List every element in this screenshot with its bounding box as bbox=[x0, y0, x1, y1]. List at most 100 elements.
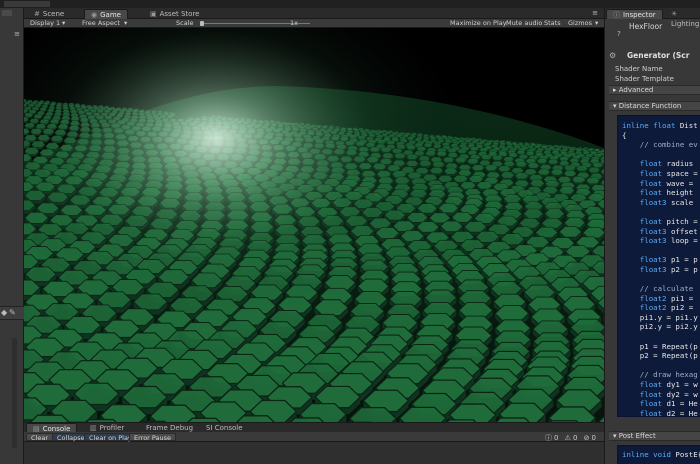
layout-dropdown[interactable] bbox=[4, 1, 50, 7]
scale-slider-handle[interactable] bbox=[200, 21, 204, 26]
gizmos-dropdown-arrow: ▾ bbox=[595, 19, 599, 27]
code-token: pi1.y = pi1.y bbox=[622, 312, 698, 322]
tool-icon[interactable]: ✎ bbox=[9, 308, 16, 317]
hierarchy-tab[interactable] bbox=[2, 10, 12, 16]
info-icon: ⓘ bbox=[544, 434, 554, 442]
tab-asset-store[interactable]: ▣ Asset Store bbox=[144, 9, 206, 19]
mute-audio-toggle[interactable]: Mute audio bbox=[506, 19, 542, 28]
console-log-area[interactable] bbox=[24, 442, 604, 464]
editor-top-strip bbox=[0, 0, 700, 8]
code-line: float dy1 = w bbox=[622, 380, 700, 390]
code-token: dy2 = w bbox=[666, 389, 698, 399]
code-token: dy1 = w bbox=[666, 380, 698, 390]
console-tab-bar: ▤ Console ▥ Profiler Frame Debug SI Consol… bbox=[24, 422, 604, 433]
post-effect-foldout[interactable]: ▾ Post Effect bbox=[609, 431, 700, 441]
code-token: inline float bbox=[622, 121, 680, 130]
code-token: float bbox=[622, 188, 667, 198]
code-line: float2 pi1 = bbox=[622, 294, 700, 304]
code-token: float2 bbox=[622, 303, 671, 313]
clear-button[interactable]: Clear bbox=[26, 433, 53, 442]
code-line: float2 pi2 = bbox=[622, 303, 700, 313]
code-line: inline void PostE bbox=[622, 450, 698, 459]
code-line: float3 p1 = p bbox=[622, 255, 700, 265]
aspect-dropdown[interactable]: Free Aspect bbox=[82, 19, 120, 28]
tab-game[interactable]: ◉ Game bbox=[84, 9, 128, 19]
object-name-field[interactable]: HexFloor bbox=[629, 22, 700, 31]
code-line: { bbox=[622, 131, 700, 141]
code-line: // draw hexag bbox=[622, 370, 700, 380]
folder-icon[interactable]: ◆ bbox=[1, 308, 7, 317]
code-token: height bbox=[666, 188, 694, 198]
code-token: float bbox=[622, 168, 667, 178]
code-line: float3 loop = bbox=[622, 236, 700, 246]
advanced-foldout[interactable]: ▸ Advanced bbox=[609, 85, 700, 95]
component-title: Generator (Scr bbox=[627, 51, 690, 60]
game-viewport[interactable] bbox=[24, 28, 604, 422]
post-effect-code-editor[interactable]: inline void PostE{ bbox=[617, 445, 700, 464]
tab-lighting[interactable]: ☀Lighting bbox=[665, 9, 700, 28]
code-token: float3 bbox=[622, 236, 671, 246]
aspect-dropdown-arrow: ▾ bbox=[124, 19, 128, 27]
tab-scene[interactable]: # Scene bbox=[28, 9, 70, 19]
panel-menu-icon[interactable]: ≡ bbox=[14, 30, 20, 38]
code-line: float3 p2 = p bbox=[622, 265, 700, 275]
code-token: { bbox=[622, 130, 627, 140]
code-token: float3 bbox=[622, 255, 671, 265]
project-panel-header: ◆ ✎ bbox=[0, 306, 24, 320]
code-line: float3 offset bbox=[622, 227, 700, 237]
distance-function-code-editor[interactable]: inline float Dist{ // combine ev float r… bbox=[617, 115, 700, 417]
generator-component-header[interactable]: ⚙ Generator (Scr bbox=[605, 50, 700, 62]
code-token: wave = bbox=[666, 178, 694, 188]
code-token: float bbox=[622, 178, 667, 188]
tab-menu-icon[interactable]: ≡ bbox=[592, 9, 598, 17]
code-line: float pitch = bbox=[622, 217, 700, 227]
lighting-icon: ☀ bbox=[671, 10, 678, 18]
scene-icon: # bbox=[34, 10, 40, 18]
code-line: pi1.y = pi1.y bbox=[622, 313, 700, 323]
code-token: // draw hexag bbox=[622, 370, 698, 380]
code-token: radius bbox=[666, 159, 694, 169]
code-token: offset bbox=[670, 226, 698, 236]
code-token: p1 = p bbox=[670, 255, 698, 265]
code-token: p2 = p bbox=[670, 264, 698, 274]
script-icon: ⚙ bbox=[609, 51, 617, 60]
game-toolbar: Display 1 ▾ Free Aspect ▾ Scale 1x Maxim… bbox=[24, 19, 604, 28]
console-toolbar: Clear Collapse Clear on Play Error Pause… bbox=[24, 432, 604, 442]
code-line: pi2.y = pi2.y bbox=[622, 322, 700, 332]
code-token: // combine ev bbox=[622, 140, 698, 150]
code-token: // calculate bbox=[622, 284, 694, 294]
code-line: float height bbox=[622, 188, 700, 198]
inspector-tab-bar: ⓘ Inspector ☀Lighting bbox=[605, 8, 700, 28]
help-icon[interactable]: ? bbox=[617, 30, 621, 38]
info-icon: ⓘ bbox=[613, 11, 620, 19]
display-dropdown[interactable]: Display 1 bbox=[30, 19, 60, 28]
code-line: float d1 = He bbox=[622, 399, 700, 409]
stats-toggle[interactable]: Stats bbox=[544, 19, 561, 28]
code-token: p2 = Repeat(p bbox=[622, 351, 698, 361]
error-pause-toggle[interactable]: Error Pause bbox=[129, 433, 177, 442]
shader-template-label: Shader Template bbox=[615, 75, 674, 83]
code-line: float d2 = He bbox=[622, 408, 700, 417]
distance-function-foldout[interactable]: ▾ Distance Function bbox=[609, 101, 700, 111]
code-line: float wave = bbox=[622, 179, 700, 189]
hierarchy-panel: ≡ ◆ ✎ bbox=[0, 8, 24, 464]
code-line: float space = bbox=[622, 169, 700, 179]
tab-inspector[interactable]: ⓘ Inspector bbox=[606, 9, 663, 19]
project-scrollbar[interactable] bbox=[12, 338, 17, 448]
code-token: float3 bbox=[622, 226, 671, 236]
code-token: pi1 = bbox=[670, 293, 694, 303]
light-glow bbox=[24, 28, 604, 422]
scale-label: Scale bbox=[176, 19, 194, 27]
maximize-on-play-toggle[interactable]: Maximize on Play bbox=[450, 19, 507, 28]
code-token: float3 bbox=[622, 197, 671, 207]
code-token: pitch = bbox=[666, 216, 698, 226]
code-token: pi2.y = pi2.y bbox=[622, 322, 698, 332]
code-token: float bbox=[622, 408, 667, 417]
code-token: inline void bbox=[622, 450, 676, 459]
gizmos-dropdown[interactable]: Gizmos bbox=[568, 19, 592, 28]
hex-floor-render bbox=[24, 28, 604, 422]
code-token: scale bbox=[670, 197, 694, 207]
